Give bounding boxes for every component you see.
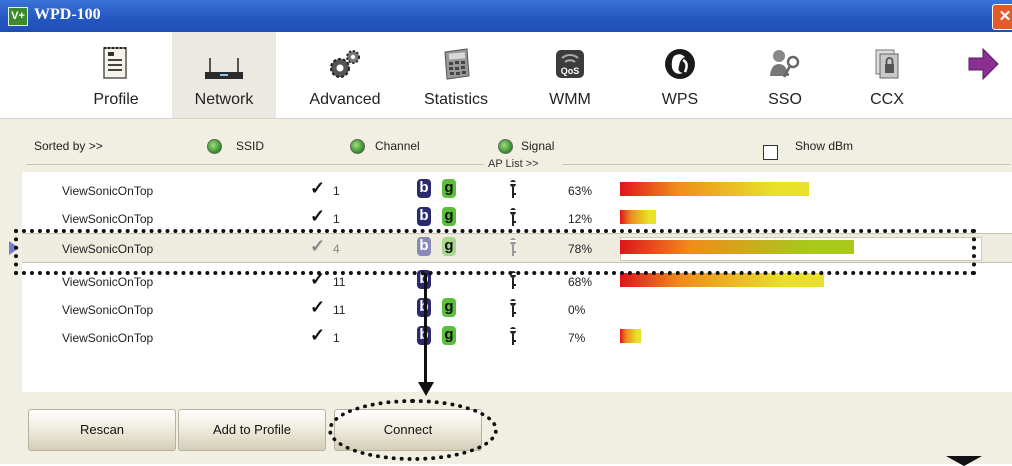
tab-statistics[interactable]: Statistics <box>408 32 504 118</box>
channel-cell: 1 <box>333 184 340 198</box>
profile-icon <box>103 47 127 79</box>
key-icon <box>510 208 516 226</box>
network-icon <box>205 58 243 79</box>
ap-list-row[interactable]: ViewSonicOnTop✓11bg0% <box>22 295 1012 323</box>
divider <box>562 164 1010 165</box>
ssid-cell: ViewSonicOnTop <box>62 184 154 198</box>
sso-icon <box>770 50 800 78</box>
mode-b-badge: b <box>417 207 431 226</box>
tab-label: SSO <box>768 91 802 108</box>
wps-icon <box>665 49 695 79</box>
rescan-button[interactable]: Rescan <box>28 409 176 451</box>
ap-list-row[interactable]: ViewSonicOnTop ✓ 1 b g 12% <box>22 204 1012 232</box>
sort-ssid-label: SSID <box>236 139 265 153</box>
channel-cell: 1 <box>333 212 340 226</box>
key-icon <box>510 327 516 345</box>
sort-signal-label: Signal <box>521 139 555 153</box>
scroll-down-icon[interactable] <box>946 456 982 466</box>
tab-label: Advanced <box>309 91 381 108</box>
signal-percent: 68% <box>568 275 593 289</box>
tab-network[interactable]: Network <box>172 32 276 118</box>
ssid-cell: ViewSonicOnTop <box>62 275 154 289</box>
wmm-icon: QoS <box>556 50 584 78</box>
network-panel: Sorted by >> SSID Channel Signal Show dB… <box>0 119 1012 464</box>
title-bar: V+ WPD-100 ✕ <box>0 0 1012 32</box>
channel-icon: ✓ <box>310 325 326 345</box>
key-icon <box>510 180 516 198</box>
tab-label: WPS <box>661 91 699 108</box>
arrow-right-icon <box>968 47 999 81</box>
sorted-by-label: Sorted by >> <box>34 139 103 153</box>
channel-icon: ✓ <box>310 206 326 226</box>
tab-wps[interactable]: WPS <box>640 32 720 118</box>
ccx-icon <box>875 49 899 79</box>
signal-percent: 0% <box>568 303 586 317</box>
arrow-down-icon <box>418 382 434 396</box>
tab-ccx[interactable]: CCX <box>852 32 922 118</box>
key-icon <box>510 299 516 317</box>
signal-percent: 12% <box>568 212 593 226</box>
signal-bar <box>620 182 809 196</box>
toolbar-more-button[interactable] <box>960 32 1006 118</box>
ap-list-row[interactable]: ViewSonicOnTop ✓ 1 b g 63% <box>22 176 1012 204</box>
channel-cell: 11 <box>333 303 346 317</box>
sort-channel-radio[interactable] <box>350 139 365 154</box>
mode-g-badge: g <box>442 326 456 345</box>
tab-label: Statistics <box>423 91 488 108</box>
channel-icon: ✓ <box>310 297 326 317</box>
tab-label: Network <box>194 91 254 108</box>
close-button[interactable]: ✕ <box>992 4 1012 30</box>
channel-cell: 11 <box>333 275 346 289</box>
tab-profile[interactable]: Profile <box>70 32 162 118</box>
channel-icon: ✓ <box>310 178 326 198</box>
show-dbm-label: Show dBm <box>795 139 854 153</box>
tab-wmm[interactable]: QoS WMM <box>530 32 610 118</box>
sort-ssid-radio[interactable] <box>207 139 222 154</box>
signal-bar <box>620 273 824 287</box>
sort-channel-label: Channel <box>375 139 420 153</box>
sort-bar: Sorted by >> SSID Channel Signal Show dB… <box>0 119 1012 160</box>
show-dbm-checkbox[interactable] <box>763 145 778 160</box>
signal-percent: 7% <box>568 331 586 345</box>
ap-list: ViewSonicOnTop ✓ 1 b g 63% ViewSonicOnTop ✓ 1 b g 1… <box>9 172 1012 392</box>
sort-signal-radio[interactable] <box>498 139 513 154</box>
signal-bar <box>620 329 641 343</box>
highlight-oval <box>328 399 498 461</box>
channel-cell: 1 <box>333 331 340 345</box>
add-to-profile-button[interactable]: Add to Profile <box>178 409 326 451</box>
signal-bar <box>620 210 656 224</box>
pointer-arrow-line <box>424 273 427 388</box>
tab-label: WMM <box>549 91 591 108</box>
ssid-cell: ViewSonicOnTop <box>62 303 154 317</box>
ap-list-row[interactable]: ViewSonicOnTop✓1bg7% <box>22 323 1012 351</box>
mode-b-badge: b <box>417 179 431 198</box>
tab-label: Profile <box>93 91 139 108</box>
mode-g-badge: g <box>442 207 456 226</box>
toolbar: Profile Network Advanced Statistics QoS … <box>0 32 1012 119</box>
qos-icon-text: QoS <box>561 66 580 76</box>
mode-g-badge: g <box>442 298 456 317</box>
tab-advanced[interactable]: Advanced <box>290 32 400 118</box>
ap-list-label: AP List >> <box>486 158 541 170</box>
ssid-cell: ViewSonicOnTop <box>62 212 154 226</box>
app-logo-icon: V+ <box>8 7 28 26</box>
signal-percent: 63% <box>568 184 593 198</box>
divider <box>26 164 484 165</box>
mode-g-badge: g <box>442 179 456 198</box>
tab-sso[interactable]: SSO <box>750 32 820 118</box>
tab-label: CCX <box>870 91 904 108</box>
statistics-icon <box>444 48 470 80</box>
advanced-icon <box>330 50 360 78</box>
window-title: WPD-100 <box>34 6 101 23</box>
ssid-cell: ViewSonicOnTop <box>62 331 154 345</box>
highlight-box <box>14 229 976 275</box>
